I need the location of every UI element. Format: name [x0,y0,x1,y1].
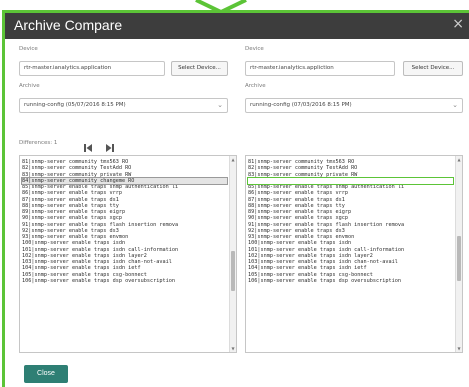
config-line: 106|snmp-server enable traps dsp oversub… [248,277,402,284]
chevron-down-icon: ⌄ [452,101,458,109]
chevron-down-icon: ⌄ [217,101,223,109]
close-icon[interactable]: × [452,16,464,32]
scroll-up-icon[interactable]: ▲ [230,157,236,162]
right-scroll-thumb[interactable] [457,236,461,281]
scroll-down-icon[interactable]: ▼ [230,346,236,351]
right-archive-label: Archive [245,83,266,89]
archive-compare-dialog: Archive Compare × Device rtr-master.iana… [2,10,469,387]
skip-next-icon[interactable] [105,138,115,152]
left-archive-value: running-config (05/07/2016 8:15 PM) [24,102,126,108]
left-config-pane[interactable]: 81|snmp-server community tmx563 RO 82|snm… [19,155,237,353]
left-config-lines: 81|snmp-server community tmx563 RO 82|snm… [21,159,228,284]
title-bar: Archive Compare × [5,13,469,39]
left-scroll-thumb[interactable] [231,251,235,291]
right-archive-value: running-config (07/03/2016 8:15 PM) [250,102,352,108]
left-device-field[interactable]: rtr-master.ianalytics.application [19,61,165,76]
skip-previous-icon[interactable] [83,138,93,152]
dialog-title: Archive Compare [14,17,123,33]
scroll-up-icon[interactable]: ▲ [456,157,462,162]
right-config-lines: 81|snmp-server community tmx563 RO 82|snm… [247,159,454,284]
left-select-device-button[interactable]: Select Device... [171,61,228,76]
right-device-field[interactable]: rtr-master.ianalytics.appliction [245,61,395,76]
left-pane-scrollbar[interactable]: ▲ ▼ [229,156,236,352]
left-archive-label: Archive [19,83,40,89]
left-device-label: Device [19,46,38,52]
right-device-label: Device [245,46,264,52]
right-select-device-button[interactable]: Select Device... [403,61,463,76]
differences-count: Differences: 1 [19,140,58,146]
right-config-pane[interactable]: 81|snmp-server community tmx563 RO 82|snm… [245,155,463,353]
right-archive-select[interactable]: running-config (07/03/2016 8:15 PM) ⌄ [245,98,463,113]
right-pane-scrollbar[interactable]: ▲ ▼ [455,156,462,352]
config-line: 106|snmp-server enable traps dsp oversub… [22,277,176,284]
left-archive-select[interactable]: running-config (05/07/2016 8:15 PM) ⌄ [19,98,228,113]
close-button[interactable]: Close [24,365,68,383]
scroll-down-icon[interactable]: ▼ [456,346,462,351]
